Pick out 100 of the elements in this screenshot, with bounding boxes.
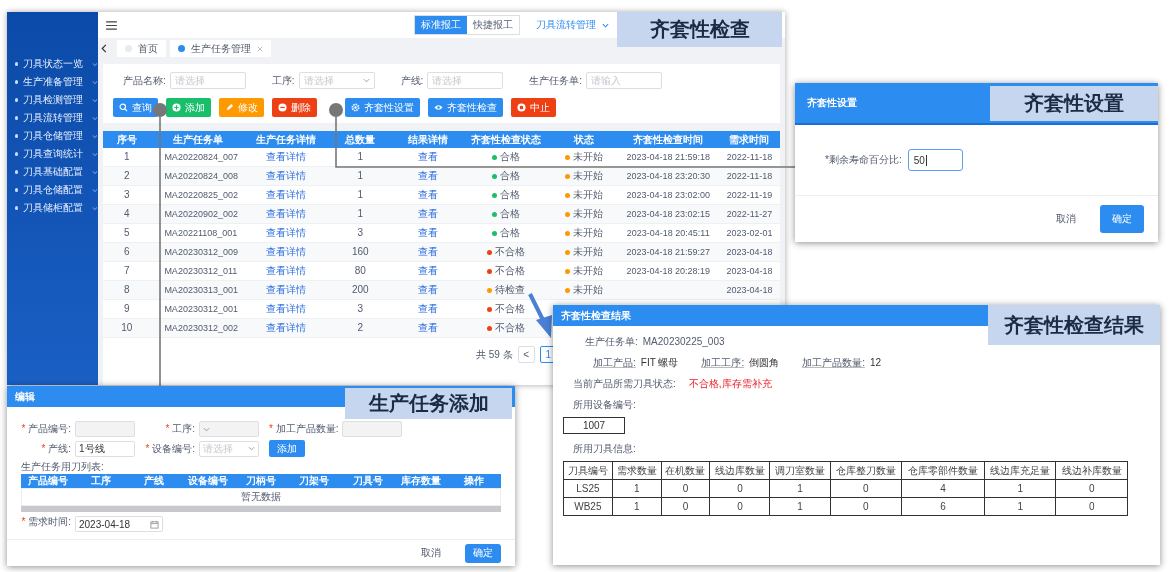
status-label: 不合格: [494, 265, 525, 278]
form-field[interactable]: 1号线: [75, 440, 135, 457]
empty-message: 暂无数据: [241, 490, 281, 504]
view-details-link[interactable]: 查看详情: [265, 303, 306, 314]
previous-page-button[interactable]: <: [517, 346, 535, 363]
status-label: 合格: [499, 151, 520, 164]
view-link[interactable]: 查看: [417, 303, 438, 314]
sidebar-item[interactable]: 刀具仓储管理: [7, 127, 98, 145]
page-tab[interactable]: 生产任务管理: [170, 40, 271, 57]
table-cell: 1: [1017, 483, 1023, 494]
callout-label: 齐套性设置: [990, 86, 1158, 121]
sidebar-item[interactable]: 刀具储柜配置: [7, 199, 98, 217]
toolbar-button[interactable]: 中止: [511, 98, 556, 117]
table-cell: 0: [863, 501, 869, 512]
column-header: 刀架号: [298, 474, 331, 488]
sidebar-item[interactable]: 刀具检测管理: [7, 91, 98, 109]
status-label: 未开始: [572, 284, 603, 297]
toolbar-button[interactable]: 查询: [113, 98, 158, 117]
table-cell: 2023-04-18 20:45:11: [626, 228, 710, 238]
table-cell: MA20230313_001: [164, 285, 238, 295]
sidebar-item[interactable]: 刀具仓储配置: [7, 181, 98, 199]
view-link[interactable]: 查看: [417, 265, 438, 276]
column-header: 齐套性检查时间: [633, 133, 704, 145]
table-cell: 2022-11-19: [726, 190, 773, 200]
view-details-link[interactable]: 查看详情: [265, 189, 306, 200]
minus-icon: [278, 103, 287, 112]
table-cell: 0: [737, 501, 743, 512]
confirm-button[interactable]: 确定: [1100, 205, 1144, 233]
calendar-icon: [150, 519, 159, 529]
menu-icon[interactable]: [106, 20, 117, 30]
column-header: 刀柄号: [245, 474, 277, 488]
toolbar-button[interactable]: 齐套性检查: [428, 98, 503, 117]
page-tab[interactable]: 首页: [117, 40, 166, 57]
view-details-link[interactable]: 查看详情: [265, 227, 306, 238]
chevron-left-icon[interactable]: [101, 44, 107, 53]
edit-icon: [225, 103, 234, 112]
column-header: 需求数量: [616, 464, 657, 476]
table-cell: MA20220824_007: [164, 152, 238, 162]
toolbar-button[interactable]: 齐套性设置: [345, 98, 420, 117]
sidebar-item[interactable]: 刀具基础配置: [7, 163, 98, 181]
sidebar-item[interactable]: 刀具查询统计: [7, 145, 98, 163]
cancel-button[interactable]: 取消: [415, 545, 447, 561]
view-link[interactable]: 查看: [417, 246, 438, 257]
add-button[interactable]: 添加: [269, 440, 305, 457]
field-value: FIT 螺母: [640, 355, 679, 370]
report-mode-button[interactable]: 标准报工: [415, 16, 467, 34]
view-link[interactable]: 查看: [417, 170, 438, 181]
table-cell: 1: [797, 483, 803, 494]
table-cell: 200: [351, 284, 369, 295]
confirm-button[interactable]: 确定: [465, 543, 501, 563]
view-link[interactable]: 查看: [417, 227, 438, 238]
view-link[interactable]: 查看: [417, 151, 438, 162]
module-menu[interactable]: 刀具流转管理: [536, 18, 596, 32]
view-details-link[interactable]: 查看详情: [265, 265, 306, 276]
table-cell: 7: [123, 265, 130, 276]
table-cell: 2023-04-18 21:59:27: [626, 247, 710, 257]
table-cell: 2023-04-18 23:02:00: [626, 190, 710, 200]
table-cell: 1: [797, 501, 803, 512]
column-header: 操作: [463, 474, 486, 488]
table-cell: MA20220902_002: [164, 209, 238, 219]
column-header: 线边补库数量: [1061, 464, 1122, 476]
table-cell: 8: [123, 284, 130, 295]
sidebar-item[interactable]: 生产准备管理: [7, 73, 98, 91]
status-label: 合格: [499, 208, 520, 221]
chevron-down-icon: [92, 169, 98, 175]
table-cell: 2022-11-27: [726, 209, 773, 219]
field-label: * 产品编号:: [21, 422, 71, 436]
table-cell: 6: [123, 246, 130, 257]
view-link[interactable]: 查看: [417, 189, 438, 200]
table-cell: 1: [357, 170, 363, 181]
field-label: 生产任务单:: [529, 73, 583, 88]
scrollbar[interactable]: [21, 506, 501, 512]
arrow: [528, 293, 552, 338]
table-cell: 2: [123, 170, 130, 181]
percentage-field[interactable]: 50: [907, 149, 963, 171]
table-cell: 2023-04-18: [726, 247, 773, 257]
column-header: 状态: [573, 133, 594, 145]
date-field[interactable]: 2023-04-18: [75, 516, 163, 532]
view-link[interactable]: 查看: [417, 322, 438, 333]
toolbar-button[interactable]: 删除: [272, 98, 317, 117]
status-label: 不合格: [494, 303, 525, 316]
field-label: 产线:: [400, 73, 424, 88]
sidebar-item[interactable]: 刀具流转管理: [7, 109, 98, 127]
view-link[interactable]: 查看: [417, 284, 438, 295]
table-cell: 1: [633, 483, 640, 494]
status-label: 未开始: [572, 227, 603, 240]
callout-label: 齐套性检查: [617, 12, 782, 47]
view-link[interactable]: 查看: [417, 208, 438, 219]
close-icon[interactable]: [257, 45, 263, 52]
chevron-down-icon: [203, 426, 210, 432]
callout-label: 齐套性检查结果: [988, 305, 1160, 345]
table-cell: 2023-02-01: [726, 228, 773, 238]
sidebar-item[interactable]: 刀具状态一览: [7, 55, 98, 73]
column-header: 仓库零部件数量: [908, 464, 978, 476]
table-cell: 0: [682, 501, 689, 512]
cancel-button[interactable]: 取消: [1050, 211, 1082, 227]
status-label: 合格: [499, 227, 520, 240]
field-label: 生产任务单:: [585, 334, 638, 349]
table-cell: 80: [354, 265, 366, 276]
view-details-link[interactable]: 查看详情: [265, 151, 306, 162]
